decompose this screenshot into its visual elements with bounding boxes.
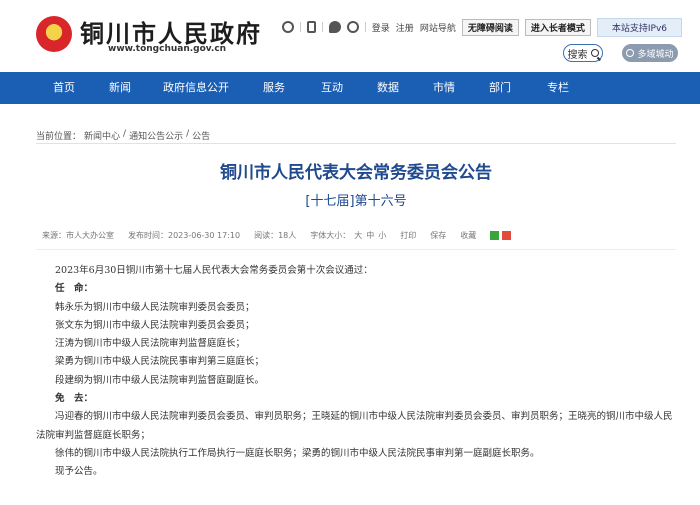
ipv6-badge: 本站支持IPv6 <box>596 17 682 37</box>
divider <box>299 22 301 32</box>
font-size-label: 字体大小： <box>310 230 351 240</box>
nav-item-interact[interactable]: 互动 <box>304 72 360 104</box>
breadcrumb-sep: / <box>123 129 127 139</box>
article-subtitle: [十七届]第十六号 <box>305 194 407 209</box>
article-paragraph: 冯迎春的铜川市中级人民法院审判委员会委员、审判员职务；王晓延的铜川市中级人民法院… <box>36 411 673 441</box>
article-paragraph: 2023年6月30日铜川市第十七届人民代表大会常务委员会第十次会议通过： <box>55 265 373 276</box>
article-paragraph: 韩永乐为铜川市中级人民法院审判委员会委员； <box>55 301 255 313</box>
share-weibo-icon[interactable] <box>502 230 512 240</box>
site-nav-link[interactable]: 网站导航 <box>420 21 456 34</box>
article-paragraph: 汪涛为铜川市中级人民法院审判监督庭庭长； <box>55 338 246 350</box>
save-button[interactable]: 保存 <box>430 230 446 241</box>
main-nav: 首页 新闻 政府信息公开 服务 互动 数据 市情 部门 专栏 <box>0 72 700 104</box>
meta-published: 发布时间：2023-06-30 17:10 <box>128 230 241 240</box>
article-paragraph: 段建纲为铜川市中级人民法院审判监督庭副庭长。 <box>55 374 265 386</box>
meta-views: 阅读：18人 <box>254 230 297 240</box>
breadcrumb-announcement[interactable]: 公告 <box>192 129 210 142</box>
mini-program-icon[interactable] <box>281 21 294 33</box>
login-link[interactable]: 登录 <box>372 21 390 34</box>
article-paragraph: 梁勇为铜川市中级人民法院民事审判第三庭庭长； <box>55 356 265 368</box>
article-paragraph: 现予公告。 <box>55 466 103 478</box>
article-paragraph: 免 去： <box>55 393 94 405</box>
national-emblem-logo[interactable] <box>36 16 72 52</box>
font-large-button[interactable]: 大 <box>354 230 362 241</box>
top-toolbar: 登录 注册 网站导航 无障碍阅读 进入长者模式 本站支持IPv6 <box>281 17 682 37</box>
nav-item-data[interactable]: 数据 <box>360 72 416 104</box>
divider <box>364 22 366 32</box>
globe-icon <box>626 49 635 57</box>
article-paragraph: 徐伟的铜川市中级人民法院执行工作局执行一庭庭长职务；梁勇的铜川市中级人民法院民事… <box>55 447 540 459</box>
favorite-button[interactable]: 收藏 <box>460 230 476 241</box>
register-link[interactable]: 注册 <box>396 21 414 34</box>
share-wechat-icon[interactable] <box>490 230 500 240</box>
language-button[interactable]: 多域城动 <box>622 44 678 62</box>
search-label: 搜索 <box>567 49 588 61</box>
font-medium-button[interactable]: 中 <box>366 230 374 241</box>
meta-source: 来源：市人大办公室 <box>42 230 114 240</box>
site-url: www.tongchuan.gov.cn <box>108 44 227 54</box>
divider <box>36 143 676 144</box>
mobile-icon[interactable] <box>306 21 316 33</box>
breadcrumb-prefix: 当前位置： <box>36 132 82 142</box>
weibo-icon[interactable] <box>346 21 359 33</box>
nav-item-depts[interactable]: 部门 <box>472 72 528 104</box>
nav-item-column[interactable]: 专栏 <box>528 72 588 104</box>
share-buttons <box>490 230 512 240</box>
nav-item-news[interactable]: 新闻 <box>92 72 148 104</box>
search-button[interactable]: 搜索 <box>563 44 603 62</box>
language-label: 多域城动 <box>637 49 674 60</box>
nav-item-gov-info[interactable]: 政府信息公开 <box>148 72 244 104</box>
nav-item-home[interactable]: 首页 <box>36 72 92 104</box>
accessible-reading-button[interactable]: 无障碍阅读 <box>461 18 519 36</box>
breadcrumb-sep: / <box>186 129 190 139</box>
breadcrumb-news-center[interactable]: 新闻中心 <box>84 129 120 142</box>
article-paragraph: 张文东为铜川市中级人民法院审判委员会委员； <box>55 319 255 331</box>
article-body: 2023年6月30日铜川市第十七届人民代表大会常务委员会第十次会议通过： 任 命：… <box>36 262 676 482</box>
article-paragraph: 任 命： <box>55 283 94 295</box>
font-size-controls: 字体大小： 大 中 小 <box>310 230 386 241</box>
font-small-button[interactable]: 小 <box>378 230 386 241</box>
site-header: 铜川市人民政府 www.tongchuan.gov.cn 登录 注册 网站导航 … <box>0 0 700 72</box>
article-meta: 来源：市人大办公室 发布时间：2023-06-30 17:10 阅读：18人 字… <box>36 226 676 244</box>
divider <box>36 249 676 250</box>
breadcrumb-notices[interactable]: 通知公告公示 <box>129 129 183 142</box>
breadcrumb: 当前位置： 新闻中心 / 通知公告公示 / 公告 <box>36 129 210 142</box>
nav-item-service[interactable]: 服务 <box>244 72 304 104</box>
print-button[interactable]: 打印 <box>400 230 416 241</box>
wechat-icon[interactable] <box>328 21 341 33</box>
elder-mode-button[interactable]: 进入长者模式 <box>524 18 591 36</box>
nav-item-city[interactable]: 市情 <box>416 72 472 104</box>
article-title: 铜川市人民代表大会常务委员会公告 <box>220 163 492 183</box>
search-icon <box>590 49 599 57</box>
divider <box>321 22 323 32</box>
